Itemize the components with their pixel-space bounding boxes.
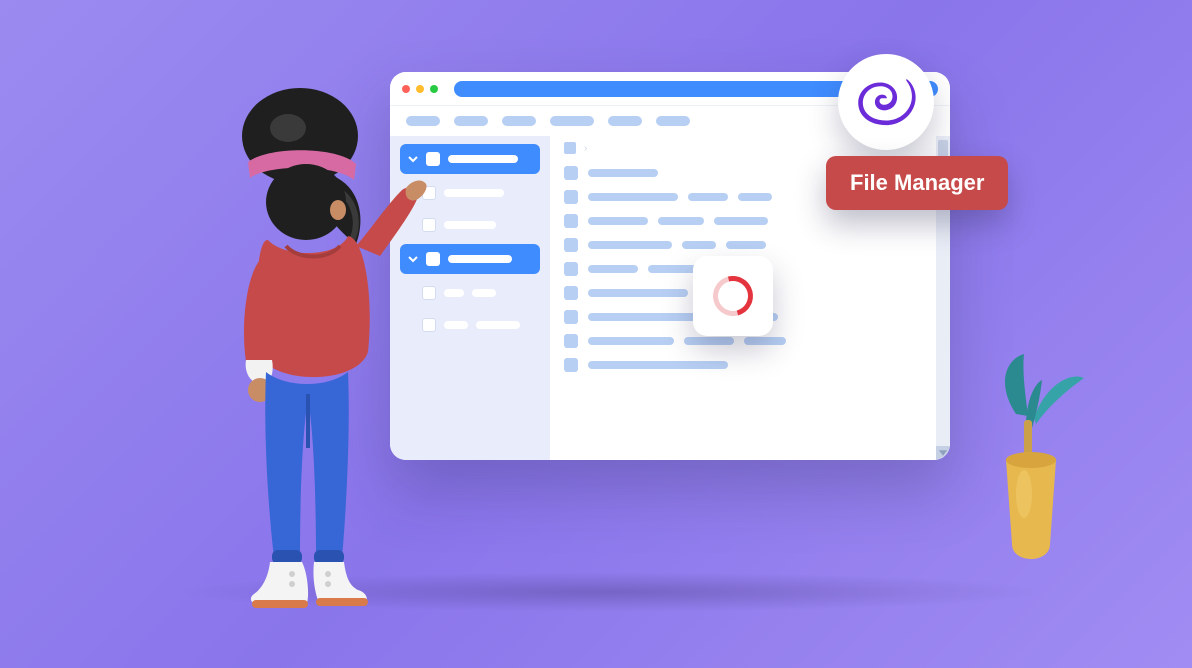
sidebar-item-label [476,321,520,329]
sidebar-item-label [444,221,496,229]
plant-decoration [976,354,1086,604]
file-cell [588,241,672,249]
file-row[interactable] [564,238,922,252]
toolbar-item[interactable] [502,116,536,126]
file-cell [588,361,728,369]
file-row[interactable] [564,214,922,228]
toolbar-item[interactable] [550,116,594,126]
file-icon [564,214,578,228]
file-cell [714,217,768,225]
file-icon [564,262,578,276]
blazor-badge [838,54,934,150]
file-cell [684,337,734,345]
file-cell [588,289,688,297]
loading-indicator [693,256,773,336]
breadcrumb: › [564,142,587,154]
file-cell [682,241,716,249]
file-icon [564,190,578,204]
sidebar-group-label [448,255,512,263]
file-cell [588,217,648,225]
file-row[interactable] [564,358,922,372]
toolbar-item[interactable] [454,116,488,126]
file-cell [588,313,708,321]
folder-icon [564,142,576,154]
file-row[interactable] [564,334,922,348]
sidebar-group-label [448,155,518,163]
toolbar-item[interactable] [656,116,690,126]
toolbar-item[interactable] [608,116,642,126]
file-cell [726,241,766,249]
sidebar-item-label [444,189,504,197]
file-cell [688,193,728,201]
file-cell [588,193,678,201]
file-cell [588,169,658,177]
person-illustration [188,88,448,608]
scroll-down-button[interactable] [936,446,950,460]
file-cell [588,265,638,273]
file-icon [564,310,578,324]
file-icon [564,238,578,252]
file-cell [658,217,704,225]
file-icon [564,286,578,300]
file-cell [744,337,786,345]
spinner-icon [706,269,761,324]
file-manager-label: File Manager [826,156,1008,210]
sidebar-item-label [472,289,496,297]
file-icon [564,166,578,180]
file-icon [564,358,578,372]
chevron-right-icon: › [584,143,587,154]
file-icon [564,334,578,348]
file-cell [588,337,674,345]
blazor-logo-icon [856,77,916,127]
file-cell [738,193,772,201]
